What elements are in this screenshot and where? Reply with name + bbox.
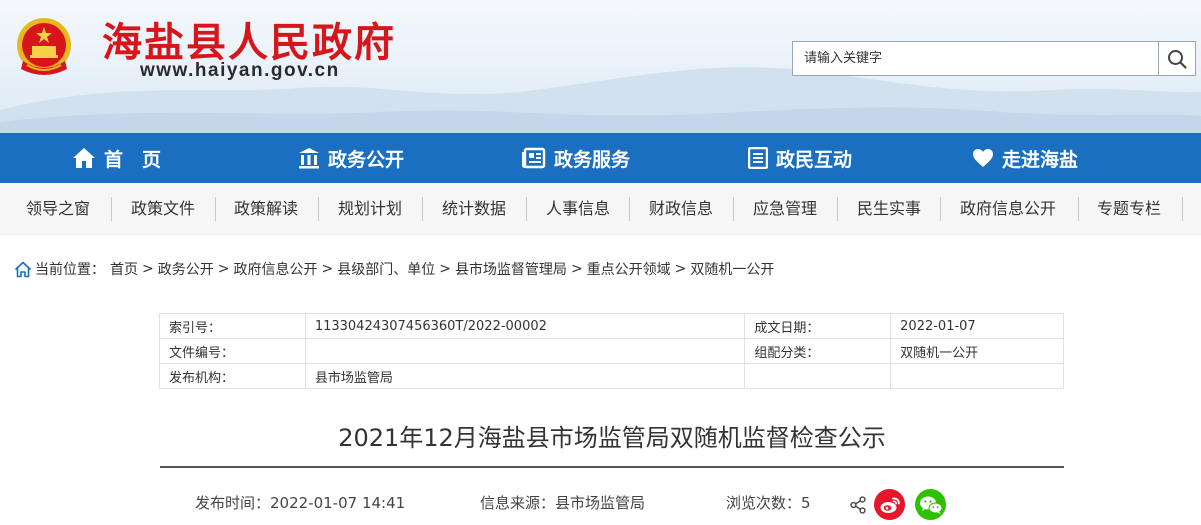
subnav-item-policy-interp[interactable]: 政策解读 (234, 183, 298, 235)
subnav-item-special[interactable]: 专题专栏 (1097, 183, 1161, 235)
subnav-divider (111, 197, 112, 221)
wechat-icon (919, 496, 942, 514)
national-emblem (17, 18, 71, 75)
nav-home[interactable]: 首 页 (72, 133, 161, 183)
nav-government-affairs-label: 政务公开 (328, 148, 405, 171)
article-title: 2021年12月海盐县市场监管局双随机监督检查公示 (338, 424, 886, 452)
breadcrumb-prefix: 当前位置： (35, 262, 105, 278)
subnav-divider (940, 197, 941, 221)
info-source: 信息来源：县市场监管局 (480, 494, 646, 512)
site-url[interactable]: www.haiyan.gov.cn (140, 60, 340, 82)
subnav-divider (629, 197, 630, 221)
meta-docno-label: 文件编号： (159, 338, 306, 364)
meta-empty-cell (744, 363, 892, 389)
list-icon (748, 147, 768, 169)
breadcrumb-item[interactable]: 首页 (110, 259, 138, 279)
subnav-item-gov-info[interactable]: 政府信息公开 (960, 183, 1056, 235)
breadcrumb-separator: > (217, 261, 230, 277)
subnav-item-statistics[interactable]: 统计数据 (442, 183, 506, 235)
breadcrumb-separator: > (439, 261, 451, 277)
table-row: 发布机构： 县市场监管局 (159, 363, 1064, 389)
breadcrumb-item[interactable]: 县市场监督管理局 (455, 259, 567, 279)
weibo-icon (880, 497, 900, 513)
title-divider (160, 466, 1064, 468)
subnav-divider (1182, 197, 1183, 221)
search-box (792, 41, 1196, 76)
search-icon (1168, 49, 1187, 69)
nav-government-services-label: 政务服务 (554, 148, 631, 171)
newspaper-icon (522, 147, 546, 169)
subnav-item-finance[interactable]: 财政信息 (649, 183, 713, 235)
subnav-item-plans[interactable]: 规划计划 (338, 183, 402, 235)
main-nav: 首 页 政务公开 政务服务 政民互动 走进海盐 (0, 133, 1201, 183)
meta-empty-cell (890, 363, 1064, 389)
home-outline-icon (14, 261, 32, 277)
subnav-item-emergency[interactable]: 应急管理 (753, 183, 817, 235)
meta-category-value: 双随机一公开 (890, 338, 1064, 364)
nav-about-haiyan-label: 走进海盐 (1002, 148, 1079, 171)
publish-time: 发布时间：2022-01-07 14:41 (195, 494, 406, 512)
breadcrumb-separator: > (570, 261, 583, 277)
subnav-divider (733, 197, 734, 221)
meta-index-label: 索引号： (159, 313, 306, 339)
subnav-item-leaders[interactable]: 领导之窗 (26, 183, 90, 235)
breadcrumb-item[interactable]: 政务公开 (158, 259, 214, 279)
meta-date-value: 2022-01-07 (890, 313, 1064, 339)
subnav-divider (422, 197, 423, 221)
meta-category-label: 组配分类： (744, 338, 892, 364)
subnav-item-personnel[interactable]: 人事信息 (546, 183, 610, 235)
nav-government-affairs[interactable]: 政务公开 (298, 133, 404, 183)
table-row: 文件编号： 组配分类： 双随机一公开 (159, 338, 1064, 364)
building-icon (299, 148, 319, 169)
subnav-divider (526, 197, 527, 221)
search-input[interactable] (793, 42, 1159, 75)
breadcrumb-separator: > (321, 261, 334, 277)
meta-index-value: 11330424307456360T/2022-00002 (304, 313, 746, 339)
breadcrumb: 当前位置： 首页 > 政务公开 > 政府信息公开 > 县级部门、单位 > 县市场… (14, 258, 774, 280)
share-weibo-button[interactable] (874, 489, 905, 520)
share-wechat-button[interactable] (915, 489, 946, 520)
document-meta-table: 索引号： 11330424307456360T/2022-00002 成文日期：… (159, 313, 1064, 389)
subnav-item-livelihood[interactable]: 民生实事 (857, 183, 921, 235)
subnav-divider (837, 197, 838, 221)
meta-publisher-value: 县市场监管局 (304, 363, 746, 389)
breadcrumb-item[interactable]: 重点公开领域 (587, 259, 671, 279)
search-button[interactable] (1158, 42, 1195, 75)
subnav-divider (215, 197, 216, 221)
subnav-divider (1078, 197, 1079, 221)
meta-date-label: 成文日期： (744, 313, 892, 339)
nav-public-interaction-label: 政民互动 (776, 148, 853, 171)
home-icon (73, 148, 95, 168)
breadcrumb-separator: > (674, 261, 687, 277)
meta-docno-value (304, 338, 746, 364)
breadcrumb-item[interactable]: 政府信息公开 (233, 259, 317, 279)
subnav-item-policy-docs[interactable]: 政策文件 (131, 183, 195, 235)
nav-about-haiyan[interactable]: 走进海盐 (972, 133, 1078, 183)
share-icon[interactable] (850, 496, 866, 514)
nav-public-interaction[interactable]: 政民互动 (748, 133, 852, 183)
table-row: 索引号： 11330424307456360T/2022-00002 成文日期：… (159, 313, 1064, 339)
meta-publisher-label: 发布机构： (159, 363, 306, 389)
breadcrumb-item[interactable]: 县级部门、单位 (337, 259, 435, 279)
header-banner: 海盐县人民政府 www.haiyan.gov.cn (0, 0, 1201, 133)
nav-home-label: 首 页 (104, 148, 162, 171)
heart-icon (973, 149, 993, 167)
breadcrumb-separator: > (142, 261, 154, 277)
breadcrumb-item-current[interactable]: 双随机一公开 (690, 259, 774, 279)
subnav-divider (318, 197, 319, 221)
sub-nav: 领导之窗 政策文件 政策解读 规划计划 统计数据 人事信息 财政信息 应急管理 … (0, 183, 1201, 235)
nav-government-services[interactable]: 政务服务 (522, 133, 630, 183)
view-count: 浏览次数：5 (726, 494, 811, 512)
